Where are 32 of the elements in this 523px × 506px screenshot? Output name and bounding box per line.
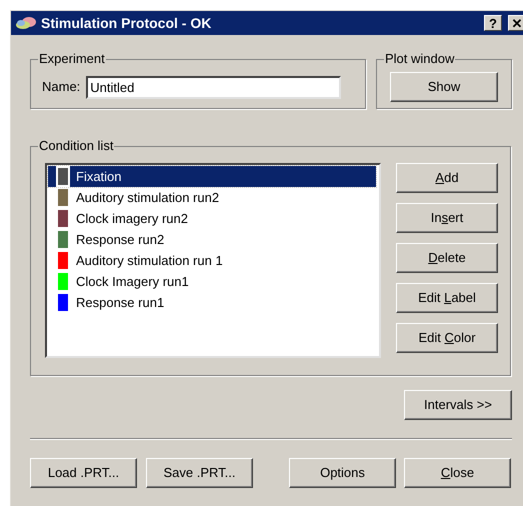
condition-label: Response run1 (76, 294, 164, 312)
list-action-button[interactable]: Edit Label (396, 283, 498, 313)
condition-item[interactable]: Response run2 (48, 229, 376, 250)
group-label: Experiment (38, 51, 106, 67)
condition-item[interactable]: Fixation (48, 166, 376, 187)
condition-item[interactable]: Clock imagery run2 (48, 208, 376, 229)
condition-item[interactable]: Response run1 (48, 292, 376, 313)
condition-label: Auditory stimulation run2 (76, 188, 220, 207)
condition-label: Response run2 (76, 230, 164, 249)
dialog-button[interactable]: Save .PRT... (146, 458, 253, 488)
condition-item[interactable]: Auditory stimulation run 1 (48, 250, 376, 271)
help-button[interactable]: ? (484, 15, 502, 31)
close-button[interactable]: ✕ (508, 15, 523, 31)
app-icon (15, 16, 37, 30)
list-action-button[interactable]: Edit Color (396, 323, 498, 353)
window-title: Stimulation Protocol - OK (41, 14, 212, 32)
intervals-button[interactable]: Intervals >> (404, 390, 512, 420)
name-label: Name: (42, 78, 80, 96)
dialog-button[interactable]: Load .PRT... (30, 458, 137, 488)
condition-label: Clock Imagery run1 (76, 272, 189, 291)
condition-item[interactable]: Auditory stimulation run2 (48, 187, 376, 208)
condition-label: Auditory stimulation run 1 (76, 252, 223, 270)
list-action-button[interactable]: Add (396, 163, 498, 193)
dialog-button[interactable]: Close (404, 458, 511, 488)
show-button[interactable]: Show (390, 72, 498, 102)
list-action-button[interactable]: Delete (396, 243, 498, 273)
condition-item[interactable]: Clock Imagery run1 (48, 271, 376, 292)
dialog-button[interactable]: Options (289, 458, 396, 488)
condition-label: Fixation (76, 168, 122, 186)
list-action-button[interactable]: Insert (396, 203, 498, 233)
name-field[interactable]: Untitled (86, 76, 342, 98)
condition-label: Clock imagery run2 (76, 210, 188, 228)
